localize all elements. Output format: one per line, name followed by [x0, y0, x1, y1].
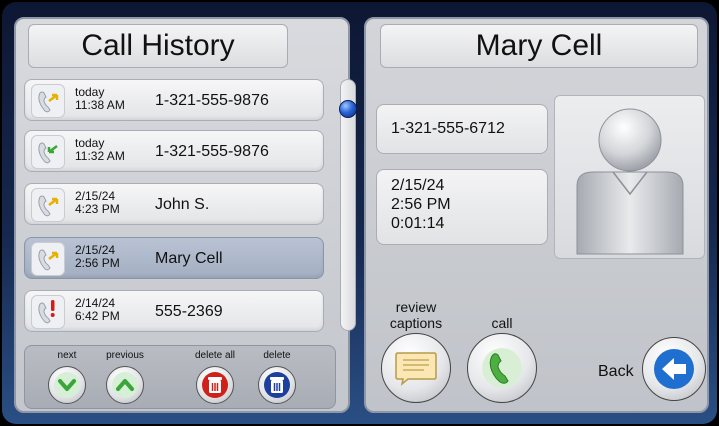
- scrollbar[interactable]: [339, 79, 357, 331]
- call-datetime: today 11:38 AM: [75, 86, 125, 112]
- page-title: Call History: [28, 24, 288, 68]
- chevron-down-icon: [54, 372, 80, 398]
- missed-call-icon: [31, 295, 65, 329]
- app-frame: Call History today 11:38 AM 1-321-555-98…: [2, 2, 717, 424]
- call-detail-panel: Mary Cell 1-321-555-6712 2/15/24 2:56 PM…: [364, 17, 709, 413]
- avatar: [554, 95, 705, 259]
- call-label: call: [491, 315, 513, 331]
- call-duration: 0:01:14: [391, 215, 445, 232]
- incoming-call-icon: [31, 188, 65, 222]
- call-time: 2:56 PM: [391, 196, 451, 213]
- call-contact: 555-2369: [155, 303, 223, 320]
- chat-bubble-icon: [395, 352, 437, 386]
- call-datetime: 2/15/24 2:56 PM: [75, 244, 120, 270]
- phone-number: 1-321-555-6712: [391, 120, 505, 137]
- person-icon: [576, 108, 684, 255]
- call-datetime: today 11:32 AM: [75, 137, 125, 163]
- call-row-0[interactable]: today 11:38 AM 1-321-555-9876: [24, 79, 324, 121]
- delete-button[interactable]: [258, 366, 296, 404]
- phone-icon: [482, 348, 522, 388]
- delete-all-button[interactable]: [196, 366, 234, 404]
- call-time: 11:38 AM: [75, 98, 125, 112]
- call-time: 4:23 PM: [75, 202, 120, 216]
- call-time: 2:56 PM: [75, 256, 120, 270]
- review-captions-action: review captions: [376, 299, 456, 403]
- previous-button[interactable]: [106, 366, 144, 404]
- delete-all-action: delete all: [185, 350, 245, 404]
- back-button[interactable]: [642, 337, 706, 401]
- call-date: 2/15/24: [391, 177, 445, 194]
- delete-action: delete: [247, 350, 307, 404]
- review-captions-button[interactable]: [381, 333, 451, 403]
- delete-label: delete: [263, 350, 291, 361]
- call-history-panel: Call History today 11:38 AM 1-321-555-98…: [14, 17, 357, 413]
- incoming-call-icon: [31, 84, 65, 118]
- call-contact: 1-321-555-9876: [155, 92, 269, 109]
- incoming-call-icon: [31, 242, 65, 276]
- delete-all-label: delete all: [194, 350, 236, 361]
- call-row-2[interactable]: 2/15/24 4:23 PM John S.: [24, 183, 324, 225]
- back-label: Back: [598, 363, 634, 380]
- chevron-up-icon: [112, 372, 138, 398]
- trash-icon: [264, 372, 290, 398]
- review-captions-label: review captions: [376, 299, 456, 331]
- next-button[interactable]: [48, 366, 86, 404]
- arrow-left-icon: [654, 349, 694, 389]
- phone-number-box: 1-321-555-6712: [376, 104, 548, 154]
- call-details-box: 2/15/24 2:56 PM 0:01:14: [376, 169, 548, 245]
- call-row-4[interactable]: 2/14/24 6:42 PM 555-2369: [24, 290, 324, 332]
- next-label: next: [57, 350, 77, 361]
- outgoing-call-icon: [31, 135, 65, 169]
- call-datetime: 2/15/24 4:23 PM: [75, 190, 120, 216]
- call-time: 11:32 AM: [75, 149, 125, 163]
- previous-action: previous: [95, 350, 155, 404]
- call-contact: John S.: [155, 196, 210, 213]
- call-row-3[interactable]: 2/15/24 2:56 PM Mary Cell: [24, 237, 324, 279]
- call-contact: 1-321-555-9876: [155, 143, 269, 160]
- list-action-bar: next previous delete all delete: [24, 345, 336, 409]
- trash-icon: [202, 372, 228, 398]
- call-action: call: [462, 315, 542, 403]
- contact-title: Mary Cell: [380, 24, 698, 68]
- previous-label: previous: [106, 350, 144, 361]
- scrollbar-thumb[interactable]: [339, 100, 357, 118]
- call-row-1[interactable]: today 11:32 AM 1-321-555-9876: [24, 130, 324, 172]
- review-captions-text: review captions: [389, 299, 443, 331]
- call-button[interactable]: [467, 333, 537, 403]
- next-action: next: [37, 350, 97, 404]
- call-time: 6:42 PM: [75, 309, 120, 323]
- call-contact: Mary Cell: [155, 250, 223, 267]
- call-datetime: 2/14/24 6:42 PM: [75, 297, 120, 323]
